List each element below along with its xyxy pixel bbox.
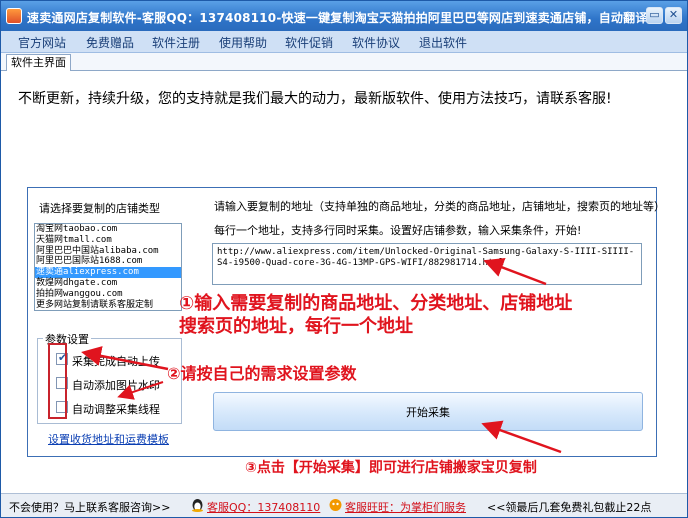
url-input-hint: 每行一个地址，支持多行同时采集。设置好店铺参数，输入采集条件，开始! [214,224,582,237]
start-collect-label: 开始采集 [406,405,450,419]
store-item-custom[interactable]: 更多网站复制请联系客服定制 [35,300,181,310]
callout-step3: ③点击【开始采集】即可进行店铺搬家宝贝复制 [245,460,537,476]
app-window: 速卖通网店复制软件-客服QQ：137408110-快速一键复制淘宝天猫拍拍阿里巴… [0,0,688,518]
store-item-aliexpress[interactable]: 速卖通aliexpress.com [35,267,181,278]
watermark-label: 自动添加图片水印 [72,379,160,392]
title-bar[interactable]: 速卖通网店复制软件-客服QQ：137408110-快速一键复制淘宝天猫拍拍阿里巴… [1,1,687,31]
store-type-list[interactable]: 淘宝网taobao.com 天猫网tmall.com 阿里巴巴中国站alibab… [34,223,182,311]
callout-step2: ②请按自己的需求设置参数 [167,364,357,383]
menu-register[interactable]: 软件注册 [152,34,200,51]
status-promo-text: <<领最后几套免费礼包截止22点 [487,501,652,514]
status-qq-link[interactable]: 客服QQ：137408110 [207,499,320,515]
close-button[interactable]: ✕ [665,7,682,24]
url-textarea[interactable]: http://www.aliexpress.com/item/Unlocked-… [212,243,642,285]
app-logo-icon [6,8,22,24]
start-collect-button[interactable]: 开始采集 [213,392,643,431]
url-input-label: 请输入要复制的地址（支持单独的商品地址，分类的商品地址，店铺地址，搜索页的地址等… [214,200,665,213]
menu-free-gift[interactable]: 免费赠品 [86,34,134,51]
auto-upload-label: 采集完成自动上传 [72,355,160,368]
store-item-dhgate[interactable]: 敦煌网dhgate.com [35,278,181,289]
store-item-alibaba[interactable]: 阿里巴巴中国站alibaba.com [35,246,181,257]
store-type-label: 请选择要复制的店铺类型 [39,202,160,215]
store-item-1688[interactable]: 阿里巴巴国际站1688.com [35,256,181,267]
status-help-text: 不会使用？马上联系客服咨询>> [9,501,171,514]
tab-strip: 软件主界面 [1,53,687,71]
qq-penguin-icon [192,499,203,512]
menu-agreement[interactable]: 软件协议 [352,34,400,51]
menu-help[interactable]: 使用帮助 [219,34,267,51]
tab-main[interactable]: 软件主界面 [6,54,71,71]
store-item-tmall[interactable]: 天猫网tmall.com [35,235,181,246]
menu-official-site[interactable]: 官方网站 [18,34,66,51]
store-item-taobao[interactable]: 淘宝网taobao.com [35,224,181,235]
shipping-template-link[interactable]: 设置收货地址和运费模板 [48,431,169,447]
wangwang-chat-icon [329,499,342,511]
status-bar: 不会使用？马上联系客服咨询>> 客服QQ：137408110 客服旺旺：为掌柜们… [1,493,687,517]
menu-exit[interactable]: 退出软件 [419,34,467,51]
checkbox-highlight-frame [48,343,67,419]
status-wangwang-link[interactable]: 客服旺旺：为掌柜们服务 [345,499,466,515]
auto-threads-label: 自动调整采集线程 [72,403,160,416]
store-item-wanggou[interactable]: 拍拍网wanggou.com [35,289,181,300]
window-title: 速卖通网店复制软件-客服QQ：137408110-快速一键复制淘宝天猫拍拍阿里巴… [27,11,648,25]
slogan-text: 不断更新，持续升级，您的支持就是我们最大的动力，最新版软件、使用方法技巧，请联系… [18,91,612,107]
callout-step1-line2: 搜索页的地址，每行一个地址 [179,316,413,337]
menu-promotion[interactable]: 软件促销 [285,34,333,51]
menu-bar: 官方网站 免费赠品 软件注册 使用帮助 软件促销 软件协议 退出软件 [1,31,687,53]
minimize-button[interactable]: ▭ [646,7,663,24]
